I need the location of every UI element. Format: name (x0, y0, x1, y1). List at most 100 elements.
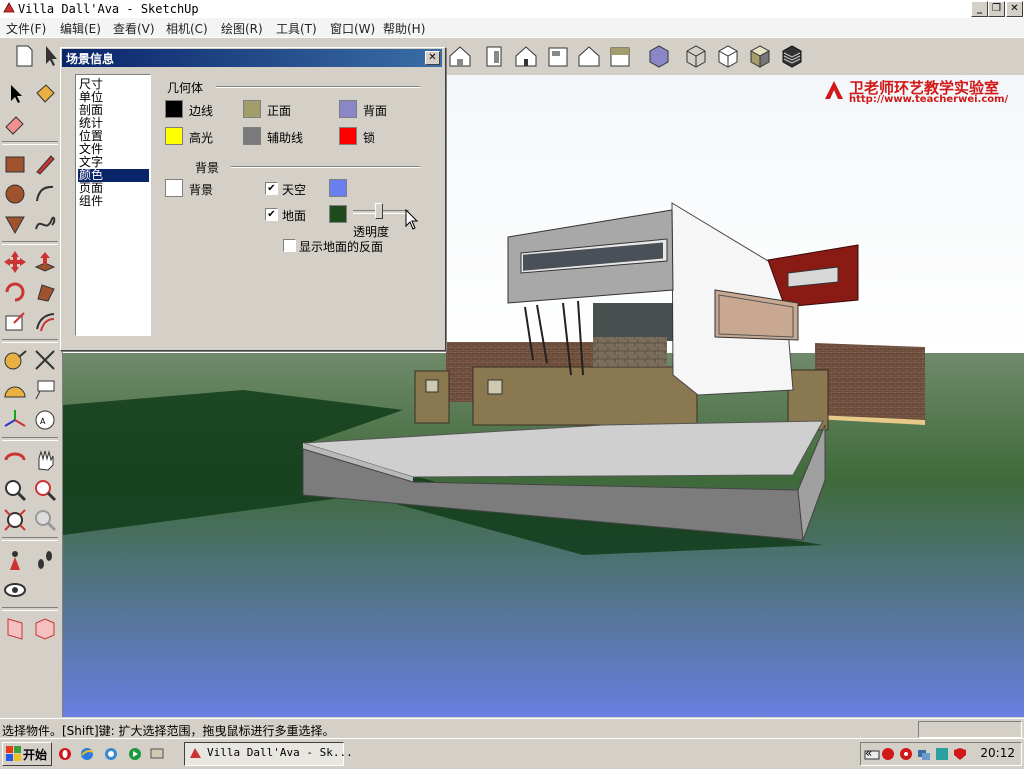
hidden-line-icon[interactable] (714, 42, 742, 70)
locked-color-swatch[interactable] (339, 127, 357, 145)
move-icon[interactable] (2, 249, 28, 275)
zoom-window-icon[interactable] (32, 477, 58, 503)
menu-file[interactable]: 文件(F) (6, 20, 46, 37)
tray-antivirus-icon[interactable] (953, 747, 967, 761)
pan-hand-icon[interactable] (32, 447, 58, 473)
tray-red-icon[interactable] (881, 747, 895, 761)
tray-app-icon[interactable] (935, 747, 949, 761)
start-button[interactable]: 开始 (2, 742, 52, 766)
ground-checkbox[interactable]: ✔ (265, 208, 278, 221)
shaded-texture-icon[interactable] (778, 42, 806, 70)
protractor-icon[interactable] (2, 377, 28, 403)
restore-button[interactable]: ❐ (988, 1, 1005, 17)
xray-icon[interactable] (645, 42, 673, 70)
dialog-titlebar[interactable]: 场景信息 ✕ (62, 49, 442, 67)
palette-separator (2, 537, 58, 541)
menu-camera[interactable]: 相机(C) (166, 20, 208, 37)
rotate-icon[interactable] (2, 279, 28, 305)
arc-icon[interactable] (32, 181, 58, 207)
ie-icon[interactable] (80, 747, 94, 761)
sketchup-task-icon (190, 748, 201, 758)
rectangle-icon[interactable] (2, 151, 28, 177)
3d-text-icon[interactable]: A (32, 407, 58, 433)
tray-network-icon[interactable] (917, 747, 931, 761)
sky-color-swatch[interactable] (329, 179, 347, 197)
clock: 20:12 (980, 746, 1015, 760)
right-view-icon[interactable] (544, 42, 572, 70)
select-arrow-icon[interactable] (2, 81, 28, 107)
window-titlebar: Villa Dall'Ava - SketchUp _ ❐ ✕ (0, 0, 1024, 19)
iso-view-icon[interactable] (446, 42, 474, 70)
desktop-icon[interactable] (150, 747, 164, 761)
outlook-icon[interactable] (104, 747, 118, 761)
zoom-icon[interactable] (2, 477, 28, 503)
back-face-color-swatch[interactable] (339, 100, 357, 118)
taskbar-window-button[interactable]: Villa Dall'Ava - Sk... (184, 742, 353, 766)
tray-sound-icon[interactable] (899, 747, 913, 761)
zoom-extents-icon[interactable] (2, 507, 28, 533)
dialog-close-button[interactable]: ✕ (425, 51, 440, 65)
minimize-button[interactable]: _ (971, 1, 988, 17)
paint-bucket-icon[interactable] (32, 81, 58, 107)
back-view-icon[interactable] (575, 42, 603, 70)
text-tool-icon[interactable] (32, 377, 58, 403)
opera-icon[interactable] (58, 747, 72, 761)
polygon-icon[interactable] (2, 211, 28, 237)
look-around-icon[interactable] (2, 577, 28, 603)
section-plane-icon[interactable] (2, 615, 28, 641)
wireframe-icon[interactable] (682, 42, 710, 70)
walk-icon[interactable] (32, 547, 58, 573)
background-color-label: 背景 (189, 183, 214, 197)
ground-label: 地面 (282, 209, 307, 223)
front-face-color-swatch[interactable] (243, 100, 261, 118)
orbit-icon[interactable] (2, 447, 28, 473)
taskbar-window-label: Villa Dall'Ava - Sk... (207, 746, 353, 759)
menu-tools[interactable]: 工具(T) (276, 20, 317, 37)
tray-expand-button[interactable]: « (865, 746, 872, 760)
circle-icon[interactable] (2, 181, 28, 207)
offset-icon[interactable] (32, 309, 58, 335)
freehand-icon[interactable] (32, 211, 58, 237)
background-color-swatch[interactable] (165, 179, 183, 197)
scale-icon[interactable] (2, 309, 28, 335)
media-icon[interactable] (128, 747, 142, 761)
transparency-slider-thumb[interactable] (375, 203, 384, 219)
start-label: 开始 (23, 748, 48, 762)
show-ground-back-checkbox[interactable] (283, 239, 296, 252)
previous-view-icon[interactable] (32, 507, 58, 533)
pencil-icon[interactable] (32, 151, 58, 177)
new-file-icon[interactable] (10, 42, 38, 70)
dimension-icon[interactable] (32, 347, 58, 373)
axes-icon[interactable] (2, 407, 28, 433)
menu-help[interactable]: 帮助(H) (383, 20, 425, 37)
highlight-color-swatch[interactable] (165, 127, 183, 145)
top-view-icon[interactable] (480, 42, 508, 70)
close-button[interactable]: ✕ (1006, 1, 1023, 17)
sketchup-app-icon (3, 2, 15, 13)
edge-color-swatch[interactable] (165, 100, 183, 118)
eraser-icon[interactable] (2, 111, 28, 137)
position-camera-icon[interactable] (2, 547, 28, 573)
follow-me-icon[interactable] (32, 279, 58, 305)
guide-color-label: 辅助线 (267, 131, 304, 145)
measurements-box[interactable] (918, 721, 1022, 738)
tape-measure-icon[interactable] (2, 347, 28, 373)
category-list[interactable]: 尺寸 单位 剖面 统计 位置 文件 文字 颜色 页面 组件 (75, 74, 151, 336)
left-view-icon[interactable] (606, 42, 634, 70)
sky-checkbox[interactable]: ✔ (265, 182, 278, 195)
group-divider (216, 86, 420, 88)
menu-view[interactable]: 查看(V) (113, 20, 155, 37)
shaded-icon[interactable] (746, 42, 774, 70)
window-title: Villa Dall'Ava - SketchUp (18, 2, 199, 16)
sky-check-mark: ✔ (267, 183, 276, 194)
windows-logo-icon (6, 746, 21, 761)
front-view-icon[interactable] (512, 42, 540, 70)
menu-window[interactable]: 窗口(W) (330, 20, 375, 37)
menu-edit[interactable]: 编辑(E) (60, 20, 101, 37)
guide-color-swatch[interactable] (243, 127, 261, 145)
section-display-icon[interactable] (32, 615, 58, 641)
push-pull-icon[interactable] (32, 249, 58, 275)
menu-draw[interactable]: 绘图(R) (221, 20, 263, 37)
category-item[interactable]: 组件 (78, 195, 149, 208)
ground-color-swatch[interactable] (329, 205, 347, 223)
